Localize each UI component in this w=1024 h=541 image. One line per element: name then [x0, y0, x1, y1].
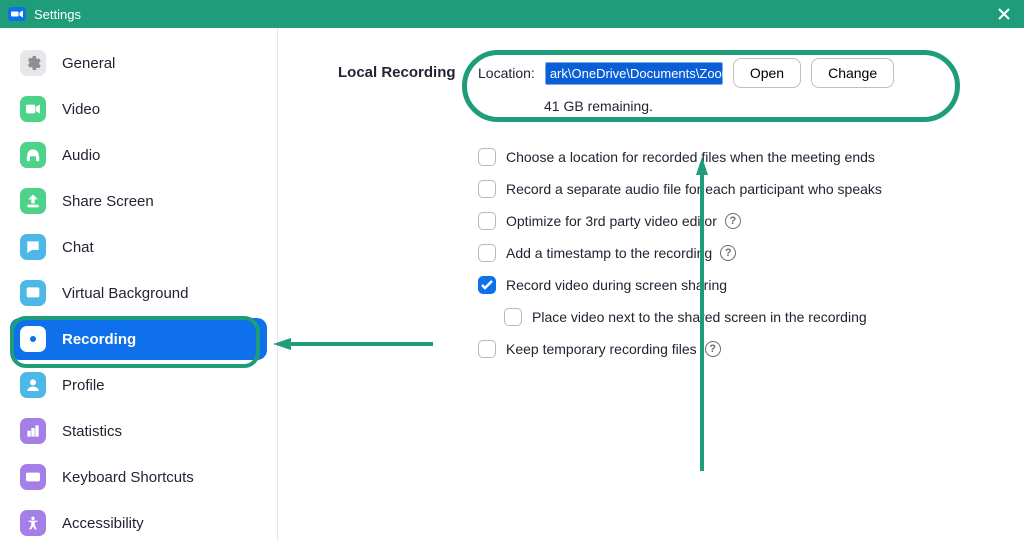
option-label: Optimize for 3rd party video editor	[506, 213, 717, 229]
sidebar-item-label: Profile	[62, 377, 105, 394]
chat-icon	[20, 234, 46, 260]
sidebar-item-label: Video	[62, 101, 100, 118]
keyboard-icon	[20, 464, 46, 490]
checkbox[interactable]	[478, 180, 496, 198]
sidebar-item-share-screen[interactable]: Share Screen	[10, 180, 267, 222]
change-button[interactable]: Change	[811, 58, 894, 88]
local-recording-row: Local Recording Location: ark\OneDrive\D…	[338, 58, 1024, 114]
option-label: Keep temporary recording files	[506, 341, 697, 357]
sidebar-item-label: Statistics	[62, 423, 122, 440]
video-icon	[20, 96, 46, 122]
sidebar-item-label: General	[62, 55, 115, 72]
gear-icon	[20, 50, 46, 76]
recording-option-1[interactable]: Record a separate audio file for each pa…	[478, 180, 1024, 198]
person-icon	[20, 372, 46, 398]
settings-sidebar: General Video Audio Share Screen Chat Virtual…	[0, 28, 278, 541]
recording-option-0[interactable]: Choose a location for recorded files whe…	[478, 148, 1024, 166]
checkbox[interactable]	[478, 244, 496, 262]
option-label: Place video next to the shared screen in…	[532, 309, 867, 325]
access-icon	[20, 510, 46, 536]
sidebar-item-audio[interactable]: Audio	[10, 134, 267, 176]
location-path[interactable]: ark\OneDrive\Documents\Zoom	[545, 62, 723, 85]
checkbox[interactable]	[478, 340, 496, 358]
sidebar-item-video[interactable]: Video	[10, 88, 267, 130]
recording-options: Choose a location for recorded files whe…	[478, 148, 1024, 358]
checkbox[interactable]	[478, 148, 496, 166]
sidebar-item-chat[interactable]: Chat	[10, 226, 267, 268]
sidebar-item-statistics[interactable]: Statistics	[10, 410, 267, 452]
option-label: Record a separate audio file for each pa…	[506, 181, 882, 197]
checkbox[interactable]	[478, 276, 496, 294]
recording-option-4[interactable]: Record video during screen sharing	[478, 276, 1024, 294]
sidebar-item-keyboard-shortcuts[interactable]: Keyboard Shortcuts	[10, 456, 267, 498]
settings-content: Local Recording Location: ark\OneDrive\D…	[278, 28, 1024, 541]
share-icon	[20, 188, 46, 214]
sidebar-item-label: Share Screen	[62, 193, 154, 210]
help-icon[interactable]: ?	[725, 213, 741, 229]
sidebar-item-general[interactable]: General	[10, 42, 267, 84]
recording-option-5[interactable]: Place video next to the shared screen in…	[504, 308, 1024, 326]
checkbox[interactable]	[504, 308, 522, 326]
record-icon	[20, 326, 46, 352]
option-label: Add a timestamp to the recording	[506, 245, 712, 261]
option-label: Choose a location for recorded files whe…	[506, 149, 875, 165]
window-title: Settings	[34, 7, 81, 22]
sidebar-item-accessibility[interactable]: Accessibility	[10, 502, 267, 541]
image-icon	[20, 280, 46, 306]
sidebar-item-label: Audio	[62, 147, 100, 164]
option-label: Record video during screen sharing	[506, 277, 727, 293]
recording-option-2[interactable]: Optimize for 3rd party video editor?	[478, 212, 1024, 230]
zoom-app-icon	[8, 7, 26, 21]
sidebar-item-label: Keyboard Shortcuts	[62, 469, 194, 486]
location-label: Location:	[478, 65, 535, 81]
recording-option-6[interactable]: Keep temporary recording files?	[478, 340, 1024, 358]
help-icon[interactable]: ?	[720, 245, 736, 261]
recording-option-3[interactable]: Add a timestamp to the recording?	[478, 244, 1024, 262]
sidebar-item-virtual-background[interactable]: Virtual Background	[10, 272, 267, 314]
storage-remaining: 41 GB remaining.	[544, 98, 1024, 114]
sidebar-item-label: Accessibility	[62, 515, 144, 532]
checkbox[interactable]	[478, 212, 496, 230]
close-button[interactable]	[992, 0, 1016, 28]
sidebar-item-recording[interactable]: Recording	[10, 318, 267, 360]
sidebar-item-label: Chat	[62, 239, 94, 256]
help-icon[interactable]: ?	[705, 341, 721, 357]
open-button[interactable]: Open	[733, 58, 801, 88]
sidebar-item-label: Virtual Background	[62, 285, 188, 302]
sidebar-item-profile[interactable]: Profile	[10, 364, 267, 406]
titlebar: Settings	[0, 0, 1024, 28]
sidebar-item-label: Recording	[62, 331, 136, 348]
stats-icon	[20, 418, 46, 444]
local-recording-label: Local Recording	[338, 58, 478, 81]
headphones-icon	[20, 142, 46, 168]
close-icon	[998, 8, 1010, 20]
